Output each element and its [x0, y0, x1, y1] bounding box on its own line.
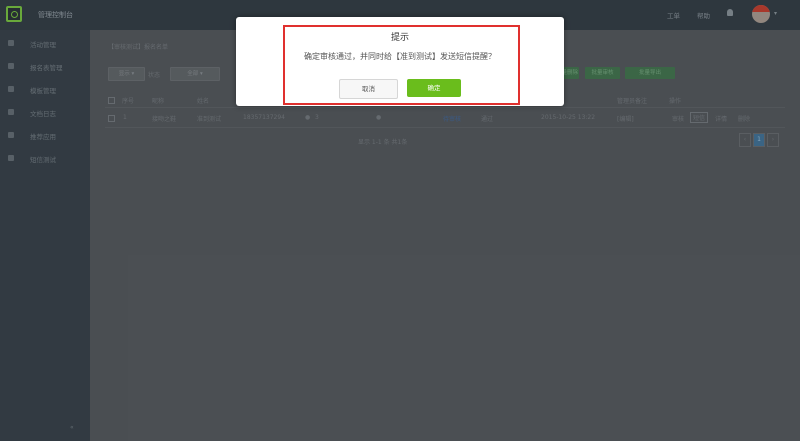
confirm-dialog: 提示 确定审核通过，并同时给【准到测试】发送短信提醒？ 取消 确定 [236, 17, 564, 106]
dialog-title: 提示 [390, 33, 409, 43]
confirm-button[interactable]: 确定 [407, 79, 461, 97]
dialog-message: 确定审核通过，并同时给【准到测试】发送短信提醒？ [304, 52, 496, 61]
cancel-button[interactable]: 取消 [339, 79, 398, 99]
